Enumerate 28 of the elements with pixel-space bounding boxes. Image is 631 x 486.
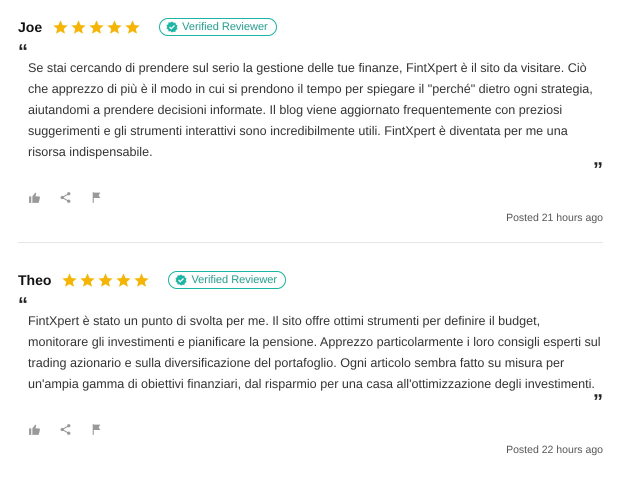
review-text: Se stai cercando di prendere sul serio la gestione delle tue finanze, FintXpert è il sito da visitare. Ciò che apprezzo di più è il modo in cui si prendono il tempo per spiegare il "perché" dietro ogni strategia, aiutandomi a prendere decisioni informate. Il blog viene aggiornato frequentemente con preziosi suggerimenti e gli strumenti interattivi sono incredibilmente utili. FintXpert è diventata per me una risorsa indispensabile. <box>28 60 594 161</box>
star-icon <box>52 18 70 36</box>
thumbs-up-icon[interactable] <box>28 423 41 436</box>
share-icon[interactable] <box>59 423 72 436</box>
reviewer-name: Theo <box>18 272 52 288</box>
open-quote: “ <box>18 46 28 58</box>
star-icon <box>106 18 124 36</box>
star-icon <box>133 272 150 288</box>
star-icon <box>88 18 106 36</box>
review-text: FintXpert è stato un punto di svolta per me. Il sito offre ottimi strumenti per definire il budget, monitorare gli investimenti e pianificare la pensione. Apprezzo particolarmente i loro consigli esperti sul trading azionario e sulla diversificazione del portafoglio. Ogni articolo sembra fatto su misura per un'ampia gamma di obiettivi finanziari, dal risparmio per una casa all'ottimizzazione degli investimenti. <box>28 313 602 393</box>
star-icon <box>79 272 96 288</box>
star-icon <box>97 272 114 288</box>
star-icon <box>70 18 88 36</box>
close-quote: ” <box>593 163 603 177</box>
star-icon <box>61 272 78 288</box>
close-quote: ” <box>593 395 603 409</box>
thumbs-up-icon[interactable] <box>28 191 41 204</box>
posted-time: Posted 22 hours ago <box>506 444 603 456</box>
flag-icon[interactable] <box>90 191 103 204</box>
posted-time: Posted 21 hours ago <box>506 212 603 224</box>
reviewer-name: Joe <box>18 19 42 35</box>
share-icon[interactable] <box>59 191 72 204</box>
open-quote: “ <box>18 299 28 311</box>
flag-icon[interactable] <box>90 423 103 436</box>
verified-badge: Verified Reviewer <box>159 18 277 36</box>
star-icon <box>124 18 142 36</box>
star-icon <box>115 272 132 288</box>
verified-badge: Verified Reviewer <box>168 271 286 289</box>
